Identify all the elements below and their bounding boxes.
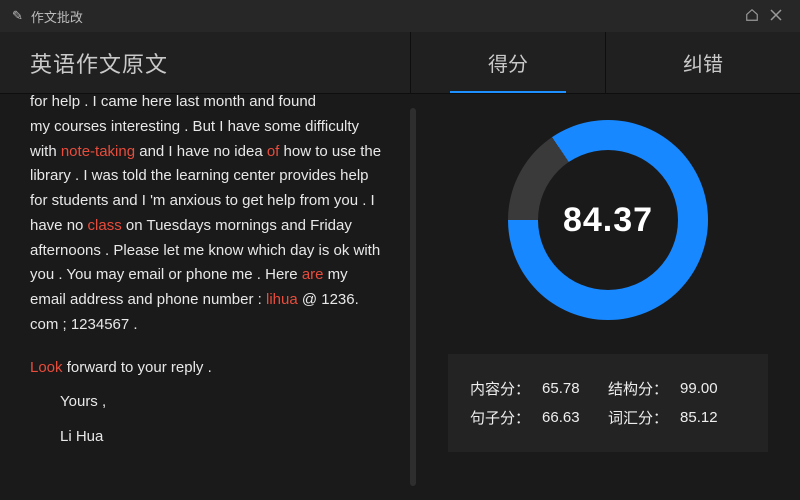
main: for help . I came here last month and fo… — [0, 94, 800, 500]
subscore-content: 内容分： 65.78 — [470, 378, 608, 399]
home-icon — [745, 8, 759, 22]
pencil-icon: ✎ — [12, 8, 23, 24]
titlebar: ✎ 作文批改 — [0, 0, 800, 32]
signature-line: Li Hua — [30, 425, 386, 450]
subscore-label: 结构分： — [608, 378, 668, 399]
essay-text-frag: my courses interesting . But I have some — [30, 118, 301, 135]
tabs: 得分 纠错 — [410, 32, 800, 93]
subscore-label: 内容分： — [470, 378, 530, 399]
header: 英语作文原文 得分 纠错 — [0, 32, 800, 94]
subscores-panel: 内容分： 65.78 结构分： 99.00 句子分： 66.63 词汇分： 85… — [448, 354, 768, 452]
window-title: 作文批改 — [31, 7, 83, 26]
subscore-sentence: 句子分： 66.63 — [470, 407, 608, 428]
subscore-value: 65.78 — [542, 380, 580, 397]
essay-line: for help . I came here last month and fo… — [30, 94, 386, 115]
error-word[interactable]: lihua — [266, 291, 298, 308]
essay-text-frag: forward to your reply . — [63, 359, 212, 376]
tab-score[interactable]: 得分 — [410, 32, 605, 93]
close-icon — [770, 9, 782, 21]
subscore-value: 99.00 — [680, 380, 718, 397]
tab-corrections[interactable]: 纠错 — [605, 32, 800, 93]
close-button[interactable] — [764, 8, 788, 24]
essay-text: for help . I came here last month and fo… — [0, 94, 410, 500]
error-word[interactable]: of — [267, 143, 280, 160]
subscore-vocab: 词汇分： 85.12 — [608, 407, 746, 428]
error-word[interactable]: note-taking — [61, 143, 135, 160]
signature-line: Yours , — [30, 390, 386, 415]
essay-source-title: 英语作文原文 — [0, 47, 410, 79]
subscore-structure: 结构分： 99.00 — [608, 378, 746, 399]
home-button[interactable] — [740, 8, 764, 25]
essay-text-frag: and I have no idea — [135, 143, 267, 160]
error-word[interactable]: Look — [30, 359, 63, 376]
error-word[interactable]: are — [302, 266, 324, 283]
score-donut: 84.37 — [508, 120, 708, 320]
error-word[interactable]: class — [88, 217, 122, 234]
subscore-value: 85.12 — [680, 409, 718, 426]
score-pane: 84.37 内容分： 65.78 结构分： 99.00 句子分： 66.63 — [416, 94, 800, 500]
subscore-label: 词汇分： — [608, 407, 668, 428]
subscore-value: 66.63 — [542, 409, 580, 426]
total-score: 84.37 — [563, 201, 653, 240]
subscore-label: 句子分： — [470, 407, 530, 428]
